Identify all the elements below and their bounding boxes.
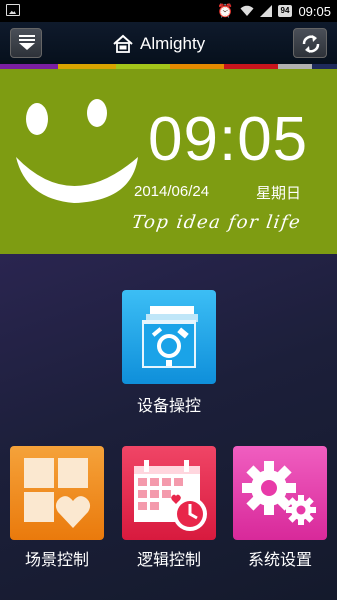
status-time: 09:05 — [298, 3, 331, 19]
system-settings-tile[interactable] — [233, 446, 327, 540]
device-control-tile[interactable] — [122, 290, 216, 384]
system-settings-label: 系统设置 — [247, 550, 312, 569]
scene-control-label: 场景控制 — [24, 550, 89, 569]
home-icon — [113, 34, 133, 53]
gallery-notification-icon — [6, 4, 20, 16]
battery-icon: 94 — [277, 5, 293, 17]
device-control-label: 设备操控 — [136, 396, 201, 415]
main-menu: 设备操控 场景控制 逻辑控制 系统设置 — [0, 254, 337, 600]
clock-panel: 09:05 2014/06/24 星期日 Top idea for life — [0, 69, 337, 254]
system-settings-icon — [242, 461, 316, 525]
refresh-icon — [302, 35, 320, 53]
logic-calendar-icon — [134, 460, 207, 531]
refresh-button[interactable] — [293, 28, 327, 58]
signal-icon — [259, 5, 272, 17]
smiley-face-icon — [16, 99, 138, 203]
status-icons: ⏰ 94 09:05 — [217, 3, 331, 19]
slogan: Top idea for life — [130, 212, 303, 233]
clock-time: 09:05 — [148, 105, 309, 174]
scene-control-tile[interactable] — [10, 446, 104, 540]
clock-date: 2014/06/24 — [134, 183, 210, 200]
app-title-label: Almighty — [140, 34, 206, 53]
status-bar: ⏰ 94 09:05 — [0, 0, 337, 22]
app-title: Almighty — [112, 32, 205, 56]
clock-weekday: 星期日 — [256, 184, 302, 202]
scene-control-icon — [24, 458, 91, 528]
logic-control-tile[interactable] — [122, 446, 216, 540]
wifi-icon — [240, 5, 254, 16]
menu-button[interactable] — [10, 28, 42, 58]
title-bar: Almighty — [0, 22, 337, 64]
device-control-icon — [142, 306, 198, 368]
menu-dropdown-icon — [19, 35, 35, 50]
logic-control-label: 逻辑控制 — [136, 550, 201, 569]
alarm-icon: ⏰ — [217, 3, 234, 18]
